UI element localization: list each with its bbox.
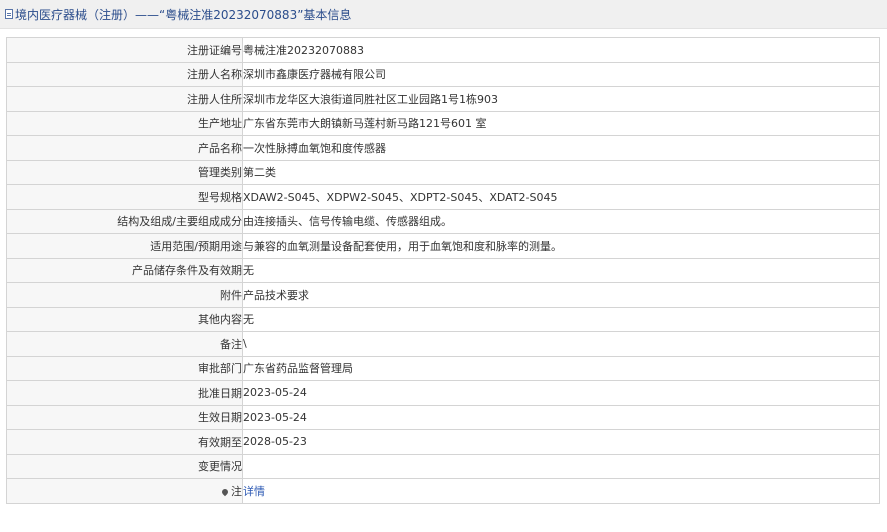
row-value: 无 [242,257,880,283]
table-row: 适用范围/预期用途 与兼容的血氧测量设备配套使用，用于血氧饱和度和脉率的测量。 [6,233,880,259]
table-row: 生产地址 广东省东莞市大朗镇新马莲村新马路121号601 室 [6,110,880,136]
info-table-body: 注册证编号 粤械注准20232070883 注册人名称 深圳市鑫康医疗器械有限公司 注册… [6,37,880,504]
row-value: 由连接插头、信号传输电缆、传感器组成。 [242,208,880,234]
row-label: 附件 [6,282,243,308]
row-label: 审批部门 [6,355,243,381]
row-label: 产品储存条件及有效期 [6,257,243,283]
page-header: 境内医疗器械（注册）——“粤械注准20232070883”基本信息 [0,0,887,29]
row-value: 第二类 [242,159,880,185]
note-value-cell: 详情 [242,478,880,504]
row-label: 变更情况 [6,453,243,479]
row-label: 生产地址 [6,110,243,136]
row-label: 管理类别 [6,159,243,185]
row-value: 广东省东莞市大朗镇新马莲村新马路121号601 室 [242,110,880,136]
row-label: 有效期至 [6,429,243,455]
table-row: 管理类别 第二类 [6,159,880,185]
table-row: 备注 \ [6,331,880,357]
table-row: 注册证编号 粤械注准20232070883 [6,37,880,63]
page-title: 境内医疗器械（注册）——“粤械注准20232070883”基本信息 [15,7,352,22]
row-value: 2023-05-24 [242,404,880,430]
row-label: 适用范围/预期用途 [6,233,243,259]
row-label: 结构及组成/主要组成成分 [6,208,243,234]
row-label: 产品名称 [6,135,243,161]
table-row: 生效日期 2023-05-24 [6,404,880,430]
row-value: 广东省药品监督管理局 [242,355,880,381]
row-label: 注册人名称 [6,61,243,87]
row-value: 无 [242,306,880,332]
row-label: 其他内容 [6,306,243,332]
row-value: 深圳市鑫康医疗器械有限公司 [242,61,880,87]
table-row: 有效期至 2028-05-23 [6,429,880,455]
table-row: 产品名称 一次性脉搏血氧饱和度传感器 [6,135,880,161]
row-label: 备注 [6,331,243,357]
row-value: 与兼容的血氧测量设备配套使用，用于血氧饱和度和脉率的测量。 [242,233,880,259]
note-label-cell: 注 [6,478,243,504]
table-row: 审批部门 广东省药品监督管理局 [6,355,880,381]
row-label: 生效日期 [6,404,243,430]
row-value: \ [242,331,880,357]
row-label: 批准日期 [6,380,243,406]
note-label: 注 [231,484,242,498]
row-value: 一次性脉搏血氧饱和度传感器 [242,135,880,161]
row-value: XDAW2-S045、XDPW2-S045、XDPT2-S045、XDAT2-S… [242,184,880,210]
info-table: 注册证编号 粤械注准20232070883 注册人名称 深圳市鑫康医疗器械有限公司 注册… [6,37,880,504]
table-row: 产品储存条件及有效期无 [6,257,880,283]
row-label: 注册人住所 [6,86,243,112]
row-value: 产品技术要求 [242,282,880,308]
table-row: 附件 产品技术要求 [6,282,880,308]
pin-icon [220,487,230,496]
document-icon [5,9,13,19]
row-value: 2023-05-24 [242,380,880,406]
table-row: 注册人住所 深圳市龙华区大浪街道同胜社区工业园路1号1栋903 [6,86,880,112]
row-label: 型号规格 [6,184,243,210]
table-row: 变更情况 [6,453,880,479]
row-value: 粤械注准20232070883 [242,37,880,63]
detail-link[interactable]: 详情 [244,485,266,498]
table-row: 结构及组成/主要组成成分 由连接插头、信号传输电缆、传感器组成。 [6,208,880,234]
row-value [242,453,880,479]
table-row: 批准日期 2023-05-24 [6,380,880,406]
row-value: 2028-05-23 [242,429,880,455]
table-row: 注册人名称 深圳市鑫康医疗器械有限公司 [6,61,880,87]
table-row: 型号规格 XDAW2-S045、XDPW2-S045、XDPT2-S045、XDA… [6,184,880,210]
table-row: 其他内容无 [6,306,880,332]
row-label: 注册证编号 [6,37,243,63]
table-row-note: 注详情 [6,478,880,504]
row-value: 深圳市龙华区大浪街道同胜社区工业园路1号1栋903 [242,86,880,112]
